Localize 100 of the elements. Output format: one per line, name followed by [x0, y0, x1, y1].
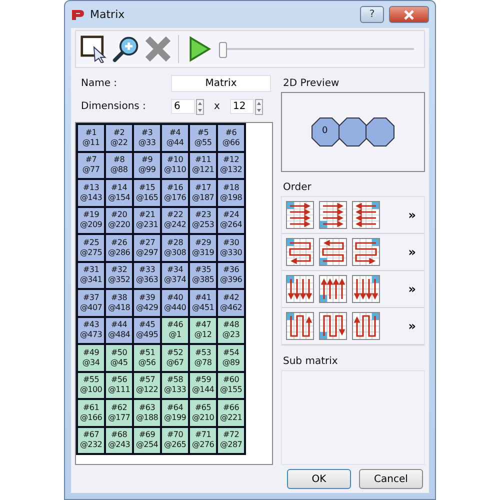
matrix-cell[interactable]: #31 @341: [78, 262, 104, 288]
zoom-icon[interactable]: [112, 35, 140, 63]
matrix-cell[interactable]: #1 @11: [78, 125, 104, 150]
matrix-cell[interactable]: #39 @429: [134, 290, 160, 316]
matrix-cell[interactable]: #61 @166: [78, 400, 104, 426]
columns-field[interactable]: 6: [171, 99, 195, 114]
order-pattern-icon[interactable]: [319, 275, 347, 303]
matrix-cell[interactable]: #19 @209: [78, 208, 104, 233]
matrix-cell[interactable]: #52 @67: [162, 345, 188, 370]
matrix-cell[interactable]: #60 @155: [218, 372, 244, 398]
matrix-cell[interactable]: #57 @122: [134, 372, 160, 398]
matrix-cell[interactable]: #32 @352: [106, 262, 132, 288]
spinner-arrows-icon[interactable]: [255, 98, 263, 114]
order-pattern-icon[interactable]: [352, 312, 380, 340]
matrix-cell[interactable]: #23 @253: [190, 208, 216, 233]
order-pattern-icon[interactable]: [286, 238, 314, 266]
order-pattern-icon[interactable]: [319, 201, 347, 229]
order-pattern-icon[interactable]: [319, 312, 347, 340]
order-pattern-icon[interactable]: [352, 201, 380, 229]
matrix-cell[interactable]: #72 @287: [218, 428, 244, 453]
matrix-cell[interactable]: #58 @133: [162, 372, 188, 398]
matrix-cell[interactable]: #26 @286: [106, 235, 132, 260]
matrix-cell[interactable]: #63 @188: [134, 400, 160, 426]
order-pattern-icon[interactable]: [352, 275, 380, 303]
spinner-arrows-icon[interactable]: [196, 98, 204, 114]
matrix-cell[interactable]: #54 @89: [218, 345, 244, 370]
order-pattern-icon[interactable]: [286, 312, 314, 340]
select-icon[interactable]: [80, 35, 108, 63]
matrix-cell[interactable]: #30 @330: [218, 235, 244, 260]
matrix-cell[interactable]: #33 @363: [134, 262, 160, 288]
matrix-cell[interactable]: #17 @187: [190, 180, 216, 206]
matrix-cell[interactable]: #40 @440: [162, 290, 188, 316]
matrix-cell[interactable]: #34 @374: [162, 262, 188, 288]
matrix-cell[interactable]: #22 @242: [162, 208, 188, 233]
matrix-cell[interactable]: #35 @385: [190, 262, 216, 288]
slider[interactable]: [219, 41, 414, 57]
matrix-cell[interactable]: #12 @132: [218, 152, 244, 178]
close-button[interactable]: [389, 6, 429, 23]
matrix-cell[interactable]: #20 @220: [106, 208, 132, 233]
name-field[interactable]: Matrix: [171, 75, 271, 92]
matrix-cell[interactable]: #56 @111: [106, 372, 132, 398]
order-pattern-icon[interactable]: [286, 201, 314, 229]
matrix-cell[interactable]: #44 @484: [106, 318, 132, 343]
matrix-cell[interactable]: #66 @221: [218, 400, 244, 426]
matrix-cell[interactable]: #71 @276: [190, 428, 216, 453]
matrix-cell[interactable]: #41 @451: [190, 290, 216, 316]
matrix-cell[interactable]: #28 @308: [162, 235, 188, 260]
matrix-cell[interactable]: #68 @243: [106, 428, 132, 453]
matrix-cell[interactable]: #46 @1: [162, 318, 188, 343]
matrix-cell[interactable]: #64 @199: [162, 400, 188, 426]
matrix-cell[interactable]: #24 @264: [218, 208, 244, 233]
matrix-cell[interactable]: #18 @198: [218, 180, 244, 206]
more-button[interactable]: »: [404, 282, 420, 296]
more-button[interactable]: »: [404, 245, 420, 259]
matrix-cell[interactable]: #10 @110: [162, 152, 188, 178]
matrix-cell[interactable]: #8 @88: [106, 152, 132, 178]
matrix-cell[interactable]: #13 @143: [78, 180, 104, 206]
ok-button[interactable]: OK: [287, 469, 351, 489]
matrix-cell[interactable]: #25 @275: [78, 235, 104, 260]
matrix-cell[interactable]: #59 @144: [190, 372, 216, 398]
order-pattern-icon[interactable]: [286, 275, 314, 303]
matrix-cell[interactable]: #2 @22: [106, 125, 132, 150]
rows-field[interactable]: 12: [230, 99, 254, 114]
matrix-cell[interactable]: #3 @33: [134, 125, 160, 150]
matrix-cell[interactable]: #43 @473: [78, 318, 104, 343]
matrix-cell[interactable]: #70 @265: [162, 428, 188, 453]
matrix-cell[interactable]: #16 @176: [162, 180, 188, 206]
more-button[interactable]: »: [404, 208, 420, 222]
matrix-cell[interactable]: #67 @232: [78, 428, 104, 453]
matrix-cell[interactable]: #6 @66: [218, 125, 244, 150]
help-button[interactable]: ?: [360, 6, 384, 23]
matrix-cell[interactable]: #53 @78: [190, 345, 216, 370]
matrix-cell[interactable]: #62 @177: [106, 400, 132, 426]
matrix-cell[interactable]: #51 @56: [134, 345, 160, 370]
matrix-cell[interactable]: #37 @407: [78, 290, 104, 316]
matrix-cell[interactable]: #21 @231: [134, 208, 160, 233]
matrix-cell[interactable]: #5 @55: [190, 125, 216, 150]
matrix-cell[interactable]: #11 @121: [190, 152, 216, 178]
matrix-cell[interactable]: #36 @396: [218, 262, 244, 288]
matrix-cell[interactable]: #4 @44: [162, 125, 188, 150]
order-pattern-icon[interactable]: [319, 238, 347, 266]
matrix-cell[interactable]: #27 @297: [134, 235, 160, 260]
matrix-cell[interactable]: #55 @100: [78, 372, 104, 398]
matrix-cell[interactable]: #9 @99: [134, 152, 160, 178]
matrix-cell[interactable]: #48 @23: [218, 318, 244, 343]
matrix-cell[interactable]: #65 @210: [190, 400, 216, 426]
matrix-cell[interactable]: #45 @495: [134, 318, 160, 343]
matrix-cell[interactable]: #47 @12: [190, 318, 216, 343]
matrix-cell[interactable]: #69 @254: [134, 428, 160, 453]
matrix-cell[interactable]: #14 @154: [106, 180, 132, 206]
matrix-cell[interactable]: #50 @45: [106, 345, 132, 370]
more-button[interactable]: »: [404, 319, 420, 333]
cancel-button[interactable]: Cancel: [359, 469, 423, 489]
matrix-cell[interactable]: #49 @34: [78, 345, 104, 370]
matrix-cell[interactable]: #7 @77: [78, 152, 104, 178]
matrix-cell[interactable]: #42 @462: [218, 290, 244, 316]
matrix-cell[interactable]: #29 @319: [190, 235, 216, 260]
matrix-cell[interactable]: #15 @165: [134, 180, 160, 206]
order-pattern-icon[interactable]: [352, 238, 380, 266]
matrix-cell[interactable]: #38 @418: [106, 290, 132, 316]
